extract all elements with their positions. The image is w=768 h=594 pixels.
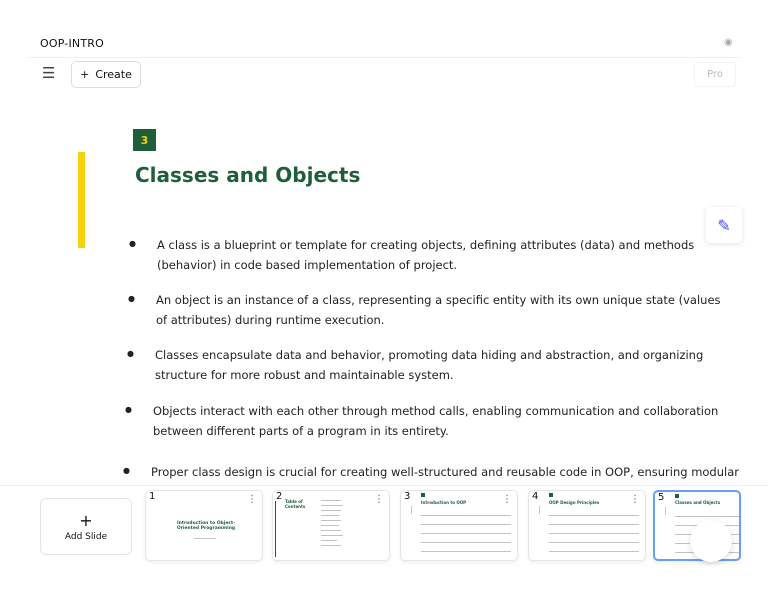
bullet[interactable]: A class is a blueprint or template for c…	[129, 234, 727, 275]
bullet[interactable]: Objects interact with each other through…	[125, 400, 723, 441]
thumb-number: 1	[149, 491, 156, 502]
thumb-title: Introduction to Object-Oriented Programm…	[176, 521, 236, 531]
more-options-icon[interactable]: ⋮	[374, 494, 384, 505]
slide-thumbnail[interactable]: 4 ⋮ OOP Design Principles	[528, 490, 646, 561]
notification-icon[interactable]: ◉	[724, 37, 733, 48]
add-slide-button[interactable]: + Add Slide	[40, 498, 132, 555]
slide-thumbnail[interactable]: 1 ⋮ Introduction to Object-Oriented Prog…	[145, 490, 263, 561]
thumb-number: 3	[404, 491, 411, 502]
slide-canvas[interactable]: 3 Classes and Objects A class is a bluep…	[0, 95, 740, 485]
bullet[interactable]: Classes encapsulate data and behavior, p…	[127, 344, 725, 385]
bullet[interactable]: Proper class design is crucial for creat…	[123, 461, 740, 482]
slide-thumbnail[interactable]: 2 ⋮ Table of Contents	[272, 490, 390, 561]
create-button[interactable]: + Create	[71, 61, 141, 88]
divider	[28, 57, 740, 58]
plus-icon: +	[80, 68, 90, 81]
create-label: Create	[95, 68, 132, 81]
more-options-icon[interactable]: ⋮	[247, 494, 257, 505]
thumb-title: Classes and Objects	[675, 500, 721, 505]
thumb-number: 5	[658, 492, 665, 503]
menu-icon[interactable]: ☰	[42, 64, 55, 82]
thumb-title: Introduction to OOP	[421, 500, 467, 505]
plus-icon: +	[79, 511, 93, 530]
thumb-title: Table of Contents	[285, 499, 306, 509]
accent-bar	[78, 152, 85, 248]
bullet[interactable]: An object is an instance of a class, rep…	[128, 289, 726, 330]
slide-title[interactable]: Classes and Objects	[135, 163, 360, 187]
edit-pen-icon[interactable]: ✎	[706, 207, 742, 243]
slide-thumbnail[interactable]: 3 ⋮ Introduction to OOP	[400, 490, 518, 561]
thumb-number: 4	[532, 491, 539, 502]
pro-button[interactable]: Pro	[694, 62, 736, 87]
thumb-title: OOP Design Principles	[549, 500, 600, 505]
add-slide-label: Add Slide	[64, 532, 108, 542]
floating-action-button[interactable]	[690, 520, 732, 562]
slide-number-badge: 3	[133, 129, 156, 151]
more-options-icon[interactable]: ⋮	[502, 494, 512, 505]
presentation-title: OOP-INTRO	[40, 37, 104, 50]
more-options-icon[interactable]: ⋮	[630, 494, 640, 505]
thumb-number: 2	[276, 491, 283, 502]
